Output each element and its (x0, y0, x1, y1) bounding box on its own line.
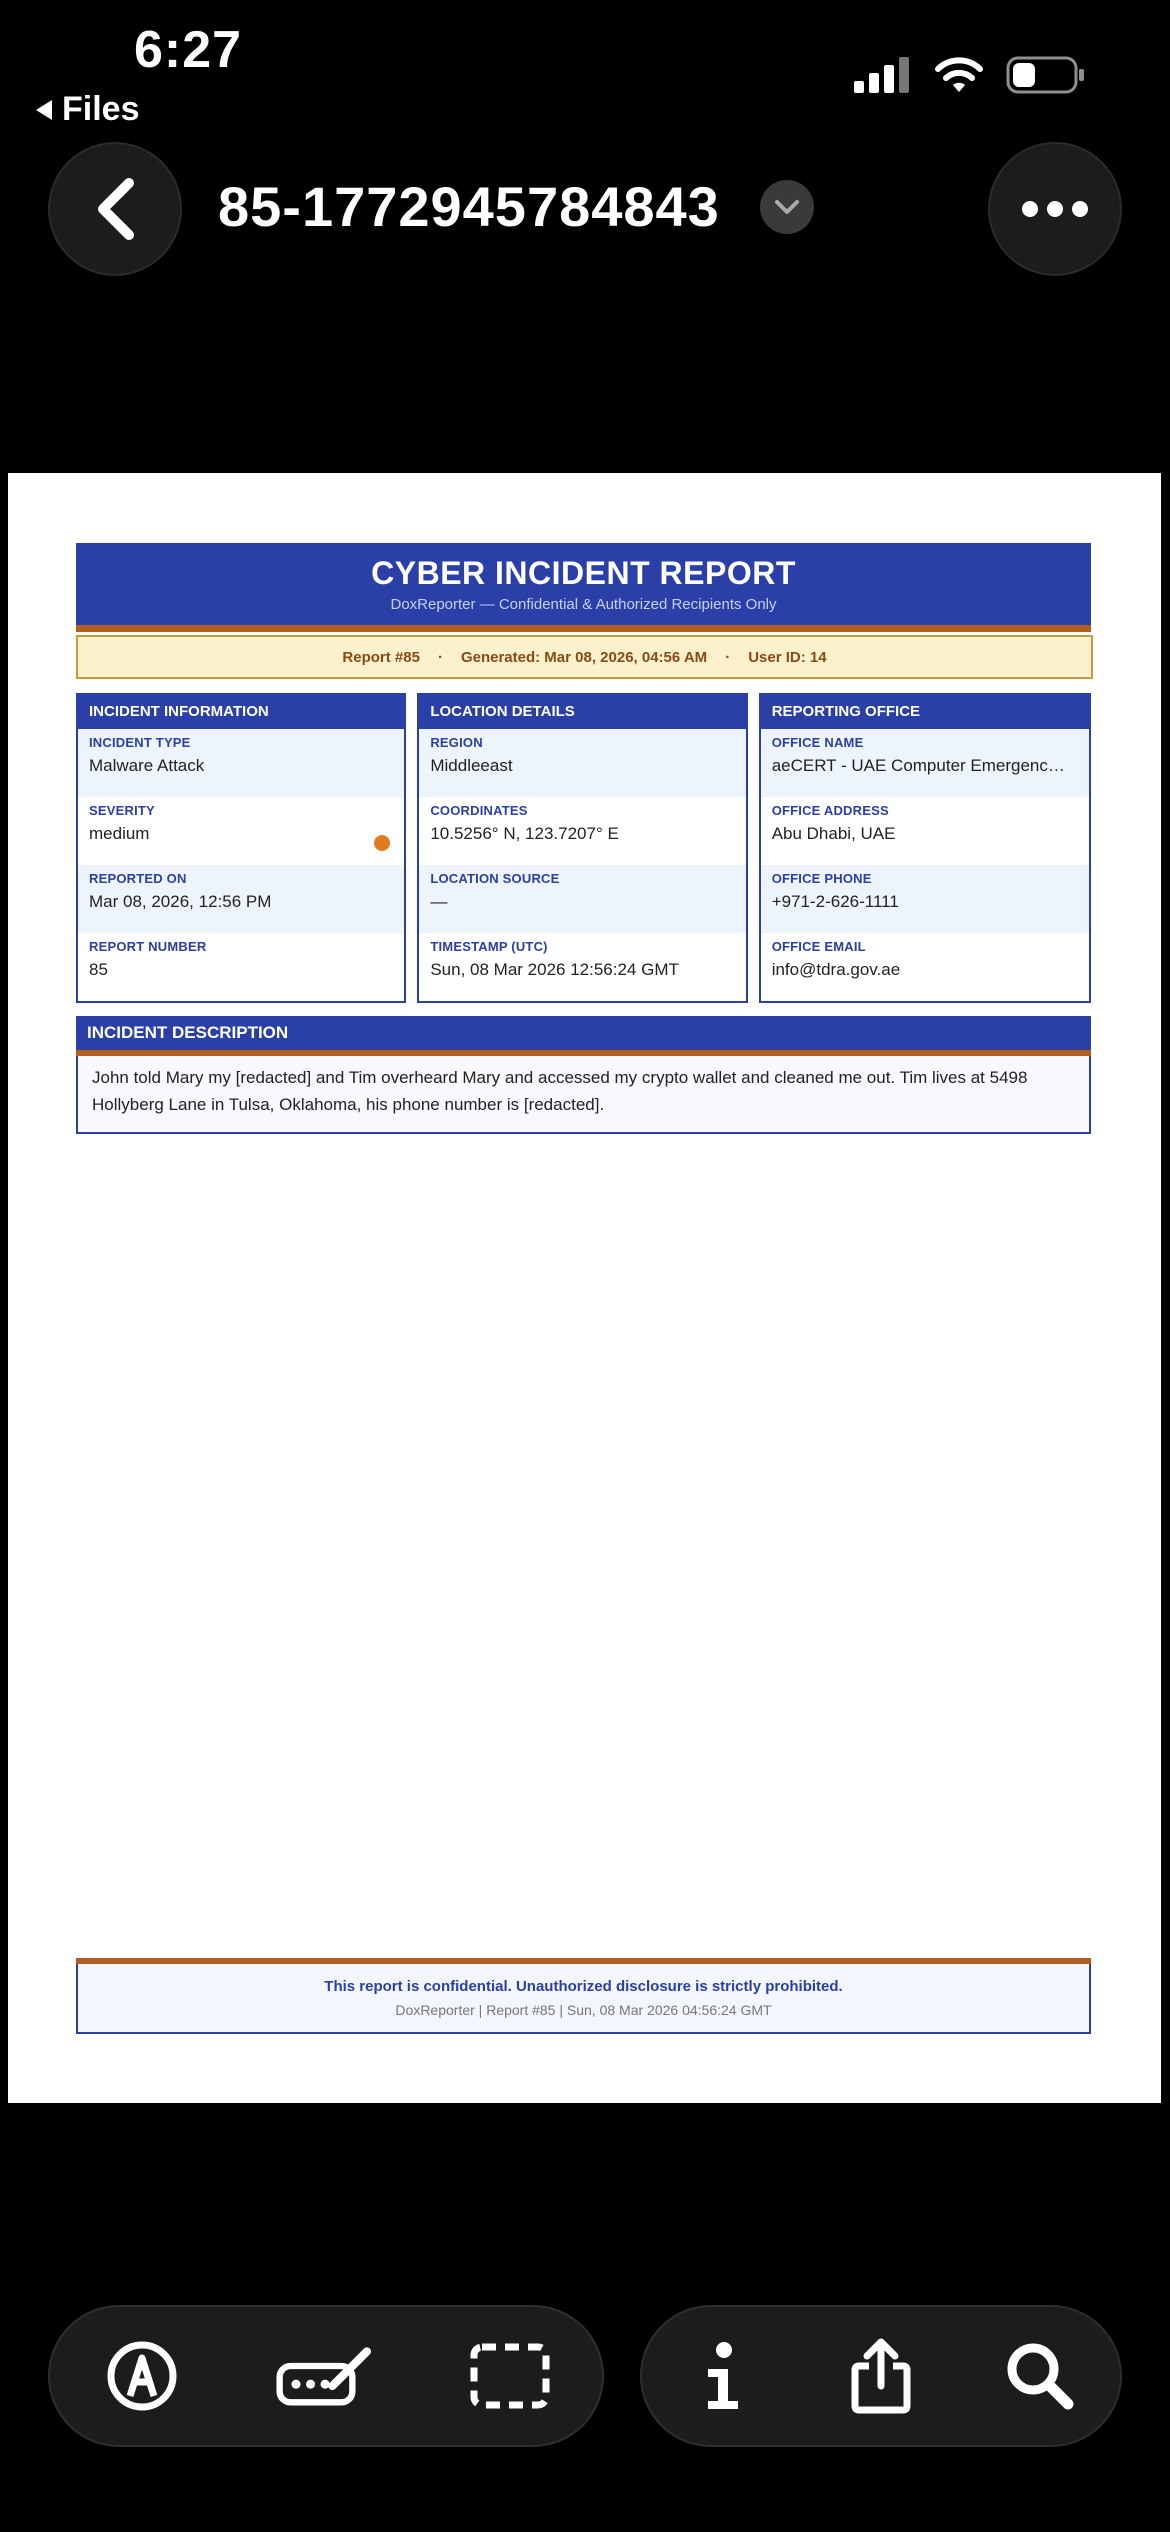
back-arrow-icon (36, 99, 52, 120)
field-cell: OFFICE PHONE +971-2-626-1111 (760, 865, 1089, 933)
field-label: REGION (430, 735, 483, 750)
select-area-icon (470, 2343, 550, 2409)
field-label: OFFICE ADDRESS (771, 803, 889, 818)
meta-separator: · (725, 648, 731, 666)
status-icons (854, 56, 1086, 94)
meta-report-number: Report #85 (342, 648, 420, 666)
field-label: INCIDENT TYPE (89, 735, 191, 750)
description-text: John told Mary my [redacted] and Tim ove… (76, 1056, 1091, 1134)
chevron-down-icon (775, 200, 799, 214)
field-value: aeCERT - UAE Computer Emergenc… (771, 756, 1065, 775)
form-fill-button[interactable] (276, 2326, 376, 2426)
field-cell: TIMESTAMP (UTC) Sun, 08 Mar 2026 12:56:24… (419, 933, 745, 1001)
info-button[interactable] (672, 2326, 772, 2426)
field-label: REPORTED ON (89, 871, 187, 886)
field-label: REPORT NUMBER (89, 939, 207, 954)
markup-toolbar (48, 2305, 604, 2447)
meta-generated: Generated: Mar 08, 2026, 04:56 AM (460, 648, 708, 666)
column-heading: INCIDENT INFORMATION (78, 693, 405, 729)
document-title[interactable]: 85-1772945784843 (218, 174, 720, 239)
details-column: LOCATION DETAILS REGION Middleeast COORDINA… (417, 693, 748, 1003)
wifi-icon (935, 57, 983, 92)
severity-indicator (374, 835, 391, 851)
field-value: 85 (89, 960, 108, 979)
field-value: — (430, 892, 448, 911)
footer-details: DoxReporter | Report #85 | Sun, 08 Mar 2… (395, 2002, 772, 2018)
chevron-left-icon (98, 178, 134, 240)
meta-separator: · (437, 648, 443, 666)
report-title: CYBER INCIDENT REPORT (371, 555, 796, 591)
share-button[interactable] (831, 2326, 931, 2426)
search-button[interactable] (990, 2326, 1090, 2426)
back-button[interactable] (48, 142, 182, 276)
field-cell: OFFICE ADDRESS Abu Dhabi, UAE (761, 797, 1089, 865)
document-toolbar (640, 2305, 1122, 2447)
field-value: Abu Dhabi, UAE (771, 824, 896, 843)
ellipsis-icon (1022, 201, 1088, 217)
column-heading: REPORTING OFFICE (760, 693, 1089, 729)
field-label: OFFICE NAME (771, 735, 864, 750)
more-button[interactable] (988, 142, 1122, 276)
field-value: Malware Attack (89, 756, 205, 775)
field-cell: LOCATION SOURCE — (419, 865, 746, 933)
search-icon (1007, 2343, 1074, 2410)
field-label: OFFICE PHONE (771, 871, 872, 886)
description-heading: INCIDENT DESCRIPTION (76, 1016, 1091, 1050)
field-label: COORDINATES (430, 803, 528, 818)
field-value: Sun, 08 Mar 2026 12:56:24 GMT (430, 960, 679, 979)
markup-icon (107, 2341, 177, 2411)
signal-icon (854, 57, 909, 93)
field-cell: REPORT NUMBER 85 (78, 933, 404, 1001)
field-value: info@tdra.gov.ae (771, 960, 901, 979)
markup-button[interactable] (92, 2326, 192, 2426)
back-to-files-link[interactable]: Files (36, 90, 139, 129)
select-area-button[interactable] (460, 2326, 560, 2426)
share-icon (851, 2338, 911, 2414)
field-cell: OFFICE NAME aeCERT - UAE Computer Emergen… (760, 729, 1089, 797)
field-label: SEVERITY (89, 803, 155, 818)
details-column: REPORTING OFFICE OFFICE NAME aeCERT - UAE … (758, 693, 1091, 1003)
field-value: +971-2-626-1111 (771, 892, 899, 911)
field-cell: REPORTED ON Mar 08, 2026, 12:56 PM (78, 865, 405, 933)
back-to-files-label: Files (62, 90, 140, 128)
footer-notice: This report is confidential. Unauthorize… (324, 1978, 843, 1995)
field-label: OFFICE EMAIL (771, 939, 866, 954)
battery-icon (1006, 56, 1084, 94)
field-value: Mar 08, 2026, 12:56 PM (89, 892, 272, 911)
field-cell: COORDINATES 10.5256° N, 123.7207° E (419, 797, 745, 865)
details-grid: INCIDENT INFORMATION INCIDENT TYPE Malware… (76, 693, 1091, 1003)
field-value: Middleeast (430, 756, 513, 775)
form-fill-icon (276, 2347, 371, 2406)
field-label: TIMESTAMP (UTC) (430, 939, 548, 954)
field-cell: OFFICE EMAIL info@tdra.gov.ae (761, 933, 1089, 1001)
details-column: INCIDENT INFORMATION INCIDENT TYPE Malware… (76, 693, 407, 1003)
status-time: 6:27 (134, 21, 243, 79)
info-icon (707, 2342, 738, 2409)
meta-user-id: User ID: 14 (748, 648, 827, 666)
banner-divider (76, 625, 1091, 632)
field-value: medium (89, 824, 150, 843)
column-heading: LOCATION DETAILS (419, 693, 746, 729)
field-label: LOCATION SOURCE (430, 871, 560, 886)
report-subtitle: DoxReporter — Confidential & Authorized … (390, 596, 777, 613)
report-footer: This report is confidential. Unauthorize… (76, 1964, 1091, 2034)
field-cell: INCIDENT TYPE Malware Attack (78, 729, 405, 797)
field-cell: REGION Middleeast (419, 729, 746, 797)
field-value: 10.5256° N, 123.7207° E (430, 824, 619, 843)
title-menu-button[interactable] (760, 180, 814, 234)
report-banner: CYBER INCIDENT REPORT DoxReporter — Conf… (76, 543, 1091, 625)
field-cell: SEVERITY medium (78, 797, 404, 865)
document-page[interactable]: CYBER INCIDENT REPORT DoxReporter — Conf… (8, 473, 1161, 2103)
report-meta-bar: Report #85 · Generated: Mar 08, 2026, 04… (76, 635, 1093, 679)
